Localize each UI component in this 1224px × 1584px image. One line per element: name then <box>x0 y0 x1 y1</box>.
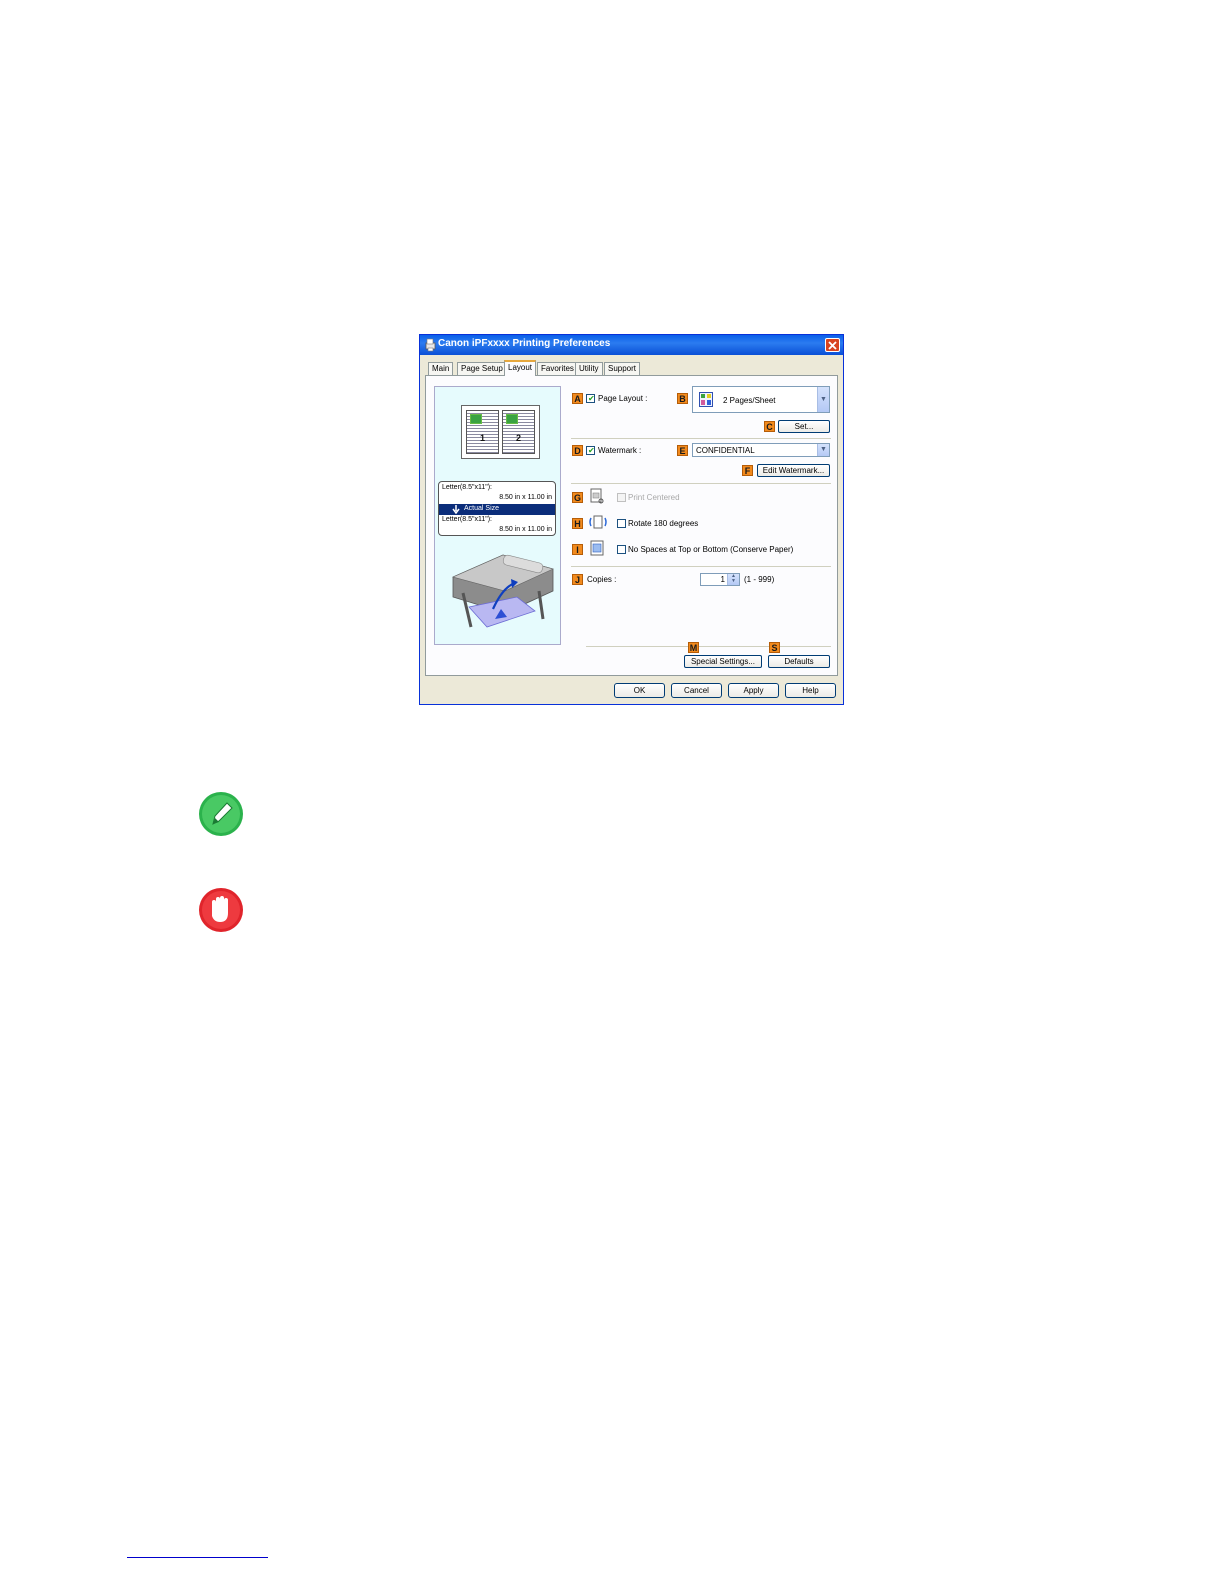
hand-stop-icon <box>199 888 243 932</box>
rotate-icon <box>589 515 607 529</box>
rotate-180-checkbox[interactable] <box>617 519 626 528</box>
ok-button[interactable]: OK <box>614 683 665 698</box>
option-tag-a: A <box>572 393 583 404</box>
watermark-select[interactable]: CONFIDENTIAL ▼ <box>692 443 830 457</box>
tab-label: Favorites <box>541 364 574 373</box>
option-tag-h: H <box>572 518 583 529</box>
edit-watermark-button[interactable]: Edit Watermark... <box>757 464 830 477</box>
print-centered-icon <box>590 488 604 504</box>
copies-stepper[interactable]: 1 ▲ ▼ <box>700 573 740 586</box>
preview-page-2: 2 <box>502 410 535 454</box>
paper-size-info: Letter(8.5"x11"): 8.50 in x 11.00 in Act… <box>438 481 556 536</box>
defaults-button[interactable]: Defaults <box>768 655 830 668</box>
special-settings-button[interactable]: Special Settings... <box>684 655 762 668</box>
separator <box>571 438 831 439</box>
checkmark-icon: ✔ <box>588 446 595 455</box>
option-tag-c: C <box>764 421 775 432</box>
pages-per-sheet-value: 2 Pages/Sheet <box>723 396 776 405</box>
option-tag-f: F <box>742 465 753 476</box>
option-tag-b: B <box>677 393 688 404</box>
printing-preferences-dialog: Canon iPFxxxx Printing Preferences Main … <box>419 334 844 705</box>
no-spaces-label: No Spaces at Top or Bottom (Conserve Pap… <box>628 545 794 554</box>
preview-page-1: 1 <box>466 410 499 454</box>
watermark-label: Watermark : <box>598 446 642 455</box>
watermark-checkbox[interactable]: ✔ <box>586 446 595 455</box>
separator <box>571 483 831 484</box>
option-tag-j: J <box>572 574 583 585</box>
chevron-down-icon[interactable]: ▼ <box>817 444 829 456</box>
page-layout-label: Page Layout : <box>598 394 648 403</box>
chevron-down-icon[interactable]: ▼ <box>817 387 829 412</box>
page-number: 1 <box>480 433 486 443</box>
output-size-name: Letter(8.5"x11"): <box>442 516 492 523</box>
copies-label: Copies : <box>587 575 617 584</box>
print-centered-label: Print Centered <box>628 493 680 502</box>
active-size-label: Actual Size <box>464 505 500 512</box>
set-button[interactable]: Set... <box>778 420 830 433</box>
printer-illustration <box>452 554 554 628</box>
tab-label: Page Setup <box>461 364 503 373</box>
printer-app-icon <box>425 338 436 352</box>
apply-button[interactable]: Apply <box>728 683 779 698</box>
tab-utility[interactable]: Utility <box>575 362 603 375</box>
checkmark-icon: ✔ <box>588 394 595 403</box>
tab-main[interactable]: Main <box>428 362 454 375</box>
footer-rule <box>127 1557 268 1558</box>
tab-support[interactable]: Support <box>604 362 641 375</box>
tab-page-setup[interactable]: Page Setup <box>457 362 507 375</box>
page-layout-checkbox[interactable]: ✔ <box>586 394 595 403</box>
original-size-dims: 8.50 in x 11.00 in <box>499 494 552 501</box>
option-tag-e: E <box>677 445 688 456</box>
cancel-button[interactable]: Cancel <box>671 683 722 698</box>
window-title: Canon iPFxxxx Printing Preferences <box>438 338 611 349</box>
close-button[interactable] <box>825 338 840 352</box>
option-tag-i: I <box>572 544 583 555</box>
tab-layout[interactable]: Layout <box>504 360 537 376</box>
photo-thumbnail-icon <box>506 414 518 424</box>
preview-pane: 1 2 Letter(8.5"x11"): 8.50 in x 11.00 in… <box>434 386 561 645</box>
pages-per-sheet-icon <box>699 392 713 407</box>
pages-per-sheet-select[interactable]: 2 Pages/Sheet ▼ <box>692 386 830 413</box>
rotate-180-label: Rotate 180 degrees <box>628 519 699 528</box>
title-bar[interactable]: Canon iPFxxxx Printing Preferences <box>420 335 843 355</box>
page-layout-preview: 1 2 <box>461 405 540 459</box>
close-icon <box>828 341 837 350</box>
tab-label: Layout <box>508 363 533 372</box>
copies-range: (1 - 999) <box>744 575 775 584</box>
spinner-arrows-icon[interactable]: ▲ ▼ <box>727 574 739 585</box>
print-centered-checkbox[interactable] <box>617 493 626 502</box>
separator <box>571 566 831 567</box>
copies-value[interactable]: 1 <box>721 575 725 584</box>
option-tag-s: S <box>769 642 780 653</box>
original-size-name: Letter(8.5"x11"): <box>442 484 492 491</box>
layout-tab-panel: 1 2 Letter(8.5"x11"): 8.50 in x 11.00 in… <box>425 375 838 676</box>
output-size-dims: 8.50 in x 11.00 in <box>499 526 552 533</box>
tab-favorites[interactable]: Favorites <box>537 362 578 375</box>
conserve-paper-icon <box>590 540 604 556</box>
option-tag-m: M <box>688 642 699 653</box>
page-number: 2 <box>516 433 522 443</box>
tab-label: Main <box>432 364 450 373</box>
tab-label: Utility <box>579 364 599 373</box>
no-spaces-checkbox[interactable] <box>617 545 626 554</box>
photo-thumbnail-icon <box>470 414 482 424</box>
option-tag-g: G <box>572 492 583 503</box>
active-size-bar: Actual Size <box>439 504 555 515</box>
option-tag-d: D <box>572 445 583 456</box>
separator <box>586 646 831 647</box>
arrow-down-icon <box>452 505 460 514</box>
pencil-icon <box>199 792 243 836</box>
watermark-value: CONFIDENTIAL <box>696 446 755 455</box>
tab-label: Support <box>608 364 637 373</box>
help-button[interactable]: Help <box>785 683 836 698</box>
